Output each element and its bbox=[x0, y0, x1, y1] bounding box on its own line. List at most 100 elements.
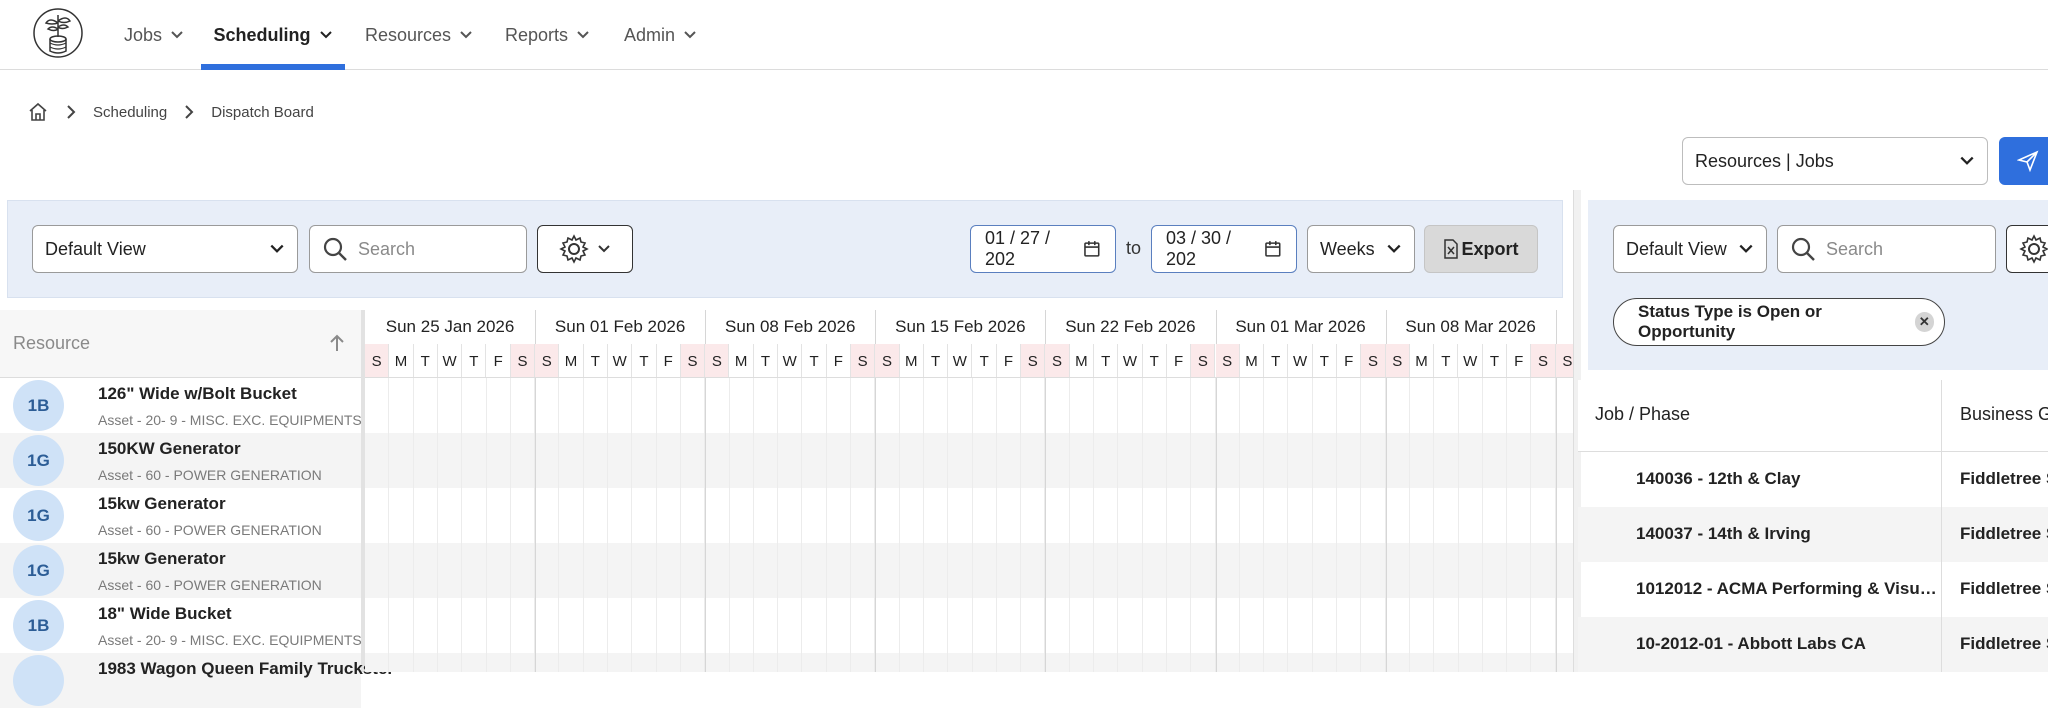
day-column-line bbox=[850, 378, 851, 672]
day-header: M bbox=[900, 344, 924, 378]
business-group-cell: Fiddletree S bbox=[1960, 524, 2048, 543]
table-row[interactable]: 140036 - 12th & Clay Fiddletree S bbox=[1578, 452, 2048, 507]
job-phase-cell: 140037 - 14th & Irving bbox=[1636, 524, 1811, 543]
period-label: Weeks bbox=[1320, 238, 1375, 259]
week-header: Sun 22 Feb 2026 bbox=[1065, 317, 1196, 336]
day-column-line bbox=[509, 378, 511, 672]
chevron-down-icon bbox=[598, 245, 610, 253]
resource-row[interactable]: 1B 126" Wide w/Bolt Bucket Asset - 20- 9 -… bbox=[0, 378, 362, 433]
resource-name: 15kw Generator bbox=[98, 494, 226, 513]
chevron-right-icon bbox=[185, 105, 194, 119]
day-column-line bbox=[1360, 378, 1362, 672]
gantt-row[interactable] bbox=[365, 653, 1573, 672]
table-row[interactable]: 140037 - 14th & Irving Fiddletree S bbox=[1578, 507, 2048, 562]
day-header: F bbox=[997, 344, 1022, 378]
day-header: T bbox=[414, 344, 438, 378]
resource-row[interactable]: 1G 15kw Generator Asset - 60 - POWER GENER… bbox=[0, 543, 361, 598]
day-column-line bbox=[655, 378, 657, 672]
day-header: T bbox=[1094, 344, 1119, 378]
gantt-row[interactable] bbox=[365, 543, 1573, 598]
nav-scheduling[interactable]: Scheduling bbox=[201, 0, 345, 70]
date-from-input[interactable]: 01 / 27 / 202 bbox=[970, 225, 1116, 273]
status-filter-chip[interactable]: Status Type is Open or Opportunity ✕ bbox=[1613, 298, 1945, 346]
period-select[interactable]: Weeks bbox=[1307, 225, 1415, 273]
resource-subtitle: Asset - 60 - POWER GENERATION bbox=[98, 467, 322, 483]
view-mode-select[interactable]: Resources | Jobs bbox=[1682, 137, 1988, 185]
jobs-search-placeholder: Search bbox=[1826, 238, 1884, 259]
day-column-line bbox=[1530, 378, 1532, 672]
avatar: 1B bbox=[13, 380, 64, 431]
nav-reports[interactable]: Reports bbox=[505, 0, 590, 70]
day-column-line bbox=[1141, 378, 1143, 672]
gantt-row[interactable] bbox=[365, 598, 1573, 653]
resource-name: 126" Wide w/Bolt Bucket bbox=[98, 384, 297, 403]
week-header: Sun 08 Mar 2026 bbox=[1405, 317, 1536, 336]
day-header: M bbox=[559, 344, 584, 378]
resource-subtitle: Asset - 20- 9 - MISC. EXC. EQUIPMENTS bbox=[98, 412, 362, 428]
day-column-line bbox=[971, 378, 973, 672]
job-phase-column-header[interactable]: Job / Phase bbox=[1595, 404, 1690, 425]
day-column-line bbox=[1433, 378, 1435, 672]
resource-header-label: Resource bbox=[13, 333, 91, 353]
gantt-row[interactable] bbox=[365, 488, 1573, 543]
gantt-search-placeholder: Search bbox=[358, 238, 416, 259]
gantt-settings-button[interactable] bbox=[537, 225, 633, 273]
calendar-icon[interactable] bbox=[1264, 240, 1282, 258]
jobs-table-header: Job / Phase Business Gr bbox=[1578, 380, 2048, 452]
chevron-right-icon bbox=[67, 105, 76, 119]
jobs-search-input[interactable]: Search bbox=[1777, 225, 1996, 273]
day-header: M bbox=[1410, 344, 1435, 378]
calendar-icon[interactable] bbox=[1083, 240, 1101, 258]
day-column-line bbox=[631, 378, 633, 672]
home-icon[interactable] bbox=[27, 101, 49, 123]
resource-row[interactable]: 1B 18" Wide Bucket Asset - 20- 9 - MISC. E… bbox=[0, 598, 362, 653]
date-to-value: 03 / 30 / 202 bbox=[1166, 228, 1232, 269]
resource-column-header[interactable]: Resource bbox=[0, 310, 362, 378]
gantt-grid[interactable]: Sun 25 Jan 2026 Sun 01 Feb 2026 Sun 08 Feb… bbox=[365, 310, 1573, 672]
date-to-input[interactable]: 03 / 30 / 202 bbox=[1151, 225, 1297, 273]
gantt-search-input[interactable]: Search bbox=[309, 225, 527, 273]
active-tab-indicator bbox=[201, 64, 345, 70]
nav-resources[interactable]: Resources bbox=[365, 0, 473, 70]
resource-name: 15kw Generator bbox=[98, 549, 226, 568]
business-group-column-header[interactable]: Business Gr bbox=[1960, 404, 2048, 425]
send-button[interactable] bbox=[1999, 137, 2048, 185]
gantt-row[interactable] bbox=[365, 378, 1573, 433]
jobs-settings-button[interactable] bbox=[2006, 225, 2048, 273]
nav-jobs[interactable]: Jobs bbox=[124, 0, 184, 70]
avatar: 1B bbox=[13, 600, 64, 651]
app-logo-icon[interactable] bbox=[32, 7, 84, 59]
gantt-view-select[interactable]: Default View bbox=[32, 225, 298, 273]
day-header: M bbox=[389, 344, 414, 378]
sort-ascending-icon[interactable] bbox=[326, 332, 348, 354]
table-row[interactable]: 1012012 - ACMA Performing & Visu… Fiddlet… bbox=[1578, 562, 2048, 617]
chevron-down-icon bbox=[1387, 244, 1401, 253]
resource-subtitle: Asset - 60 - POWER GENERATION bbox=[98, 577, 322, 593]
day-column-line bbox=[1457, 378, 1459, 672]
day-column-line bbox=[1068, 378, 1070, 672]
chevron-down-icon bbox=[171, 31, 183, 39]
table-row[interactable]: 10-2012-01 - Abbott Labs CA Fiddletree S bbox=[1578, 617, 2048, 672]
gantt-row[interactable] bbox=[365, 433, 1573, 488]
send-icon bbox=[2017, 150, 2039, 172]
resource-row[interactable]: 1983 Wagon Queen Family Truckster bbox=[0, 653, 394, 708]
day-column-line bbox=[1093, 378, 1094, 672]
day-column-line bbox=[1311, 378, 1313, 672]
business-group-cell: Fiddletree S bbox=[1960, 579, 2048, 598]
day-column-line bbox=[1117, 378, 1119, 672]
resource-row[interactable]: 1G 150KW Generator Asset - 60 - POWER GENE… bbox=[0, 433, 361, 488]
view-mode-label: Resources | Jobs bbox=[1695, 150, 1834, 171]
jobs-view-select[interactable]: Default View bbox=[1613, 225, 1767, 273]
day-header: F bbox=[1167, 344, 1192, 378]
breadcrumb-scheduling[interactable]: Scheduling bbox=[93, 104, 167, 121]
close-icon[interactable]: ✕ bbox=[1914, 312, 1934, 332]
day-header: T bbox=[1264, 344, 1289, 378]
resource-row[interactable]: 1G 15kw Generator Asset - 60 - POWER GENER… bbox=[0, 488, 361, 543]
day-column-line bbox=[582, 378, 584, 672]
day-column-line bbox=[1336, 378, 1337, 672]
business-group-cell: Fiddletree S bbox=[1960, 469, 2048, 488]
day-column-line bbox=[1263, 378, 1265, 672]
nav-admin[interactable]: Admin bbox=[624, 0, 697, 70]
export-button[interactable]: Export bbox=[1424, 225, 1538, 273]
top-nav: Jobs Scheduling Resources Reports Admin bbox=[0, 0, 2048, 70]
